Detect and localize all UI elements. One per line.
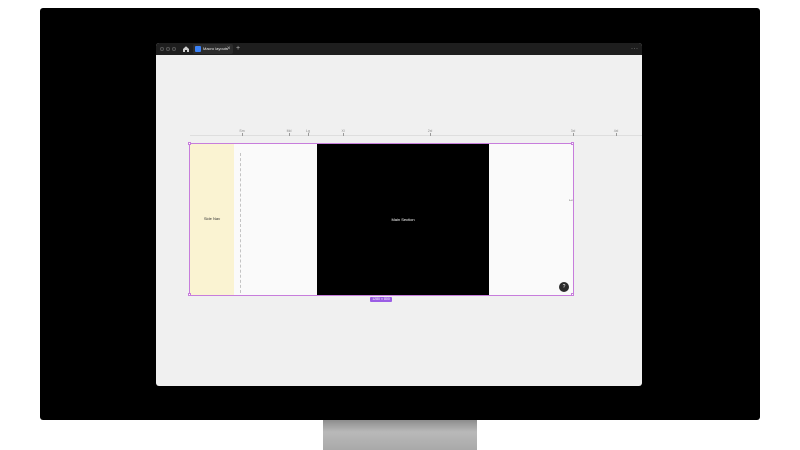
resize-handle-bottom-left[interactable]	[188, 293, 191, 296]
breakpoint-tick[interactable]	[573, 133, 574, 136]
breakpoint-tick[interactable]	[242, 133, 243, 136]
resize-handle-top-left[interactable]	[188, 142, 191, 145]
window-zoom-dot[interactable]	[172, 47, 176, 51]
breakpoint-ruler	[190, 135, 642, 136]
resize-handle-bottom-right[interactable]	[571, 293, 574, 296]
plus-icon[interactable]: +	[236, 44, 240, 54]
main-section-region[interactable]: Main Section	[317, 144, 489, 295]
breakpoint-tick[interactable]	[430, 133, 431, 136]
breakpoint-tick[interactable]	[343, 133, 344, 136]
column-guide	[240, 153, 241, 293]
monitor-stand	[323, 420, 477, 450]
tab-label: Macro layouts	[203, 46, 228, 51]
more-icon[interactable]: ···	[631, 44, 639, 54]
side-nav-label: Side Nav	[203, 216, 221, 221]
home-icon[interactable]	[182, 45, 190, 53]
main-section-label: Main Section	[391, 217, 415, 222]
resize-icon[interactable]: ↔	[568, 197, 574, 203]
layout-frame[interactable]: Side Nav Main Section	[188, 142, 574, 296]
window-close-dot[interactable]	[160, 47, 164, 51]
monitor-screen: Macro layouts × + ··· Sm Md Lg Xl 2xl 3x…	[40, 8, 760, 420]
resize-handle-top-right[interactable]	[571, 142, 574, 145]
frame-size-badge: 1280 × 800	[370, 297, 392, 302]
breakpoint-tick[interactable]	[289, 133, 290, 136]
tab-macro-layouts[interactable]: Macro layouts ×	[193, 44, 233, 54]
breakpoint-tick[interactable]	[308, 133, 309, 136]
file-icon	[195, 46, 201, 52]
breakpoint-tick[interactable]	[616, 133, 617, 136]
close-icon[interactable]: ×	[227, 45, 231, 53]
window-minimize-dot[interactable]	[166, 47, 170, 51]
title-bar: Macro layouts × + ···	[156, 43, 642, 55]
app-window: Macro layouts × + ··· Sm Md Lg Xl 2xl 3x…	[156, 43, 642, 386]
side-nav-region[interactable]: Side Nav	[190, 144, 234, 295]
help-icon[interactable]: ?	[559, 282, 569, 292]
